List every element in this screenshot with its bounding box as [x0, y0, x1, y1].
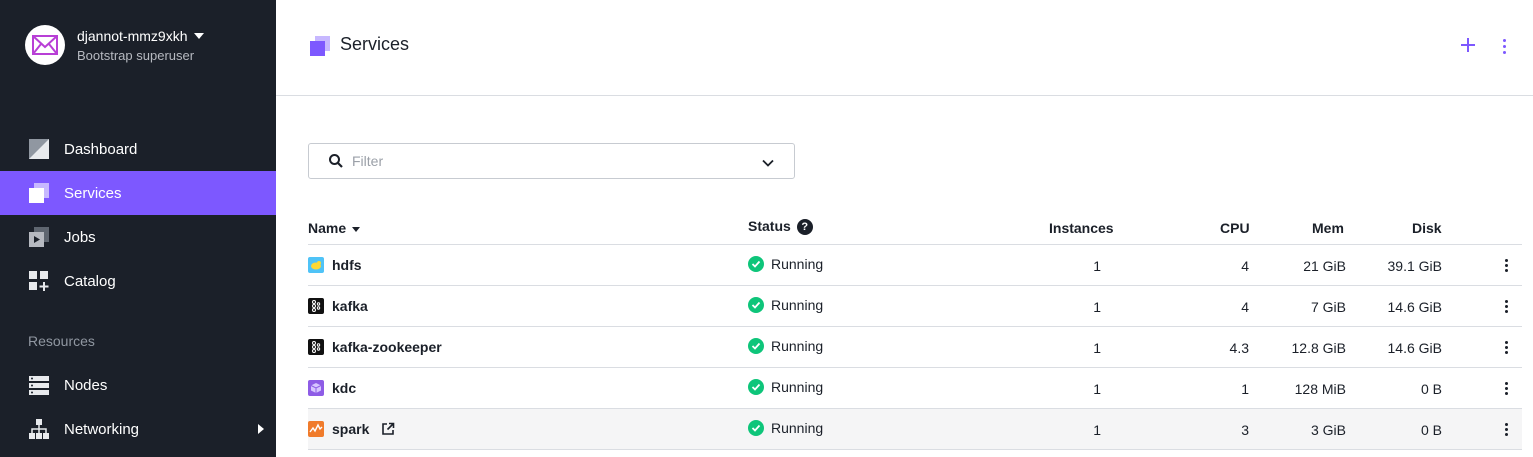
- column-header-disk[interactable]: Disk: [1412, 220, 1442, 236]
- sidebar-item-dashboard[interactable]: Dashboard: [0, 127, 276, 171]
- kdc-icon: [308, 380, 324, 396]
- cpu-value: 4: [1241, 299, 1249, 315]
- kafka-icon: [308, 298, 324, 314]
- instances-value: 1: [1093, 381, 1101, 397]
- sidebar-item-label: Networking: [64, 420, 140, 438]
- catalog-icon: [28, 270, 50, 292]
- page-header: Services: [276, 0, 1533, 96]
- instances-value: 1: [1093, 299, 1101, 315]
- cluster-logo-icon: [25, 25, 65, 65]
- filter-input[interactable]: [352, 153, 752, 169]
- cpu-value: 4.3: [1229, 340, 1249, 356]
- sidebar-item-label: Jobs: [64, 228, 96, 246]
- service-name[interactable]: hdfs: [332, 257, 362, 273]
- row-more-button[interactable]: [1502, 421, 1510, 437]
- column-header-cpu[interactable]: CPU: [1220, 220, 1250, 236]
- kafka-icon: [308, 339, 324, 355]
- mem-value: 21 GiB: [1303, 258, 1346, 274]
- check-icon: [748, 297, 764, 313]
- cluster-switcher[interactable]: djannot-mmz9xkh Bootstrap superuser: [25, 24, 204, 66]
- nodes-icon: [28, 374, 50, 396]
- services-table: Name Status? Instances CPU Mem Disk hdfs…: [308, 208, 1522, 450]
- sidebar-item-nodes[interactable]: Nodes: [0, 363, 276, 407]
- page-title: Services: [340, 34, 410, 54]
- status-text: Running: [771, 420, 824, 436]
- search-icon: [328, 153, 344, 169]
- cpu-value: 3: [1241, 422, 1249, 438]
- mem-value: 12.8 GiB: [1291, 340, 1346, 356]
- disk-value: 0 B: [1420, 381, 1442, 397]
- column-header-status[interactable]: Status?: [748, 218, 813, 236]
- check-icon: [748, 256, 764, 272]
- hdfs-icon: [308, 257, 324, 273]
- column-header-instances[interactable]: Instances: [1049, 220, 1114, 236]
- sidebar-item-networking[interactable]: Networking: [0, 407, 276, 451]
- service-name[interactable]: kafka-zookeeper: [332, 339, 442, 355]
- table-row[interactable]: kdc Running 1 1 128 MiB 0 B: [308, 368, 1522, 409]
- sidebar-item-services[interactable]: Services: [0, 171, 276, 215]
- jobs-icon: [28, 226, 50, 248]
- service-name[interactable]: kafka: [332, 298, 368, 314]
- plus-icon: [1461, 38, 1475, 52]
- help-icon[interactable]: ?: [796, 219, 813, 236]
- sidebar-item-label: Dashboard: [64, 140, 138, 158]
- mem-value: 7 GiB: [1310, 299, 1346, 315]
- cluster-name: djannot-mmz9xkh: [77, 27, 188, 44]
- row-more-button[interactable]: [1502, 257, 1510, 273]
- row-more-button[interactable]: [1502, 298, 1510, 314]
- row-more-button[interactable]: [1502, 380, 1510, 396]
- table-header: Name Status? Instances CPU Mem Disk: [308, 208, 1522, 245]
- chevron-right-icon: [258, 424, 264, 434]
- sidebar-item-catalog[interactable]: Catalog: [0, 259, 276, 303]
- add-service-button[interactable]: [1456, 34, 1480, 58]
- disk-value: 14.6 GiB: [1387, 340, 1442, 356]
- table-row[interactable]: spark Running 1 3 3 GiB 0 B: [308, 409, 1522, 450]
- disk-value: 0 B: [1420, 422, 1442, 438]
- mem-value: 128 MiB: [1294, 381, 1346, 397]
- dashboard-icon: [28, 138, 50, 160]
- chevron-down-icon[interactable]: [762, 156, 774, 168]
- column-header-name[interactable]: Name: [308, 220, 361, 236]
- cluster-role: Bootstrap superuser: [77, 47, 195, 63]
- services-icon: [28, 182, 50, 204]
- instances-value: 1: [1093, 340, 1101, 356]
- service-name[interactable]: kdc: [332, 380, 356, 396]
- instances-value: 1: [1093, 422, 1101, 438]
- spark-icon: [308, 421, 324, 437]
- check-icon: [748, 420, 764, 436]
- cpu-value: 4: [1241, 258, 1249, 274]
- filter-field[interactable]: [308, 143, 795, 179]
- cpu-value: 1: [1241, 381, 1249, 397]
- sidebar-item-label: Catalog: [64, 272, 116, 290]
- sidebar-item-jobs[interactable]: Jobs: [0, 215, 276, 259]
- check-icon: [748, 338, 764, 354]
- status-text: Running: [771, 379, 824, 395]
- services-icon: [309, 35, 331, 57]
- caret-down-icon: [193, 32, 204, 39]
- status-text: Running: [771, 256, 824, 272]
- table-row[interactable]: hdfs Running 1 4 21 GiB 39.1 GiB: [308, 245, 1522, 286]
- row-more-button[interactable]: [1502, 339, 1510, 355]
- column-header-mem[interactable]: Mem: [1312, 220, 1344, 236]
- sidebar: djannot-mmz9xkh Bootstrap superuser Dash…: [0, 0, 276, 457]
- disk-value: 14.6 GiB: [1387, 299, 1442, 315]
- service-name[interactable]: spark: [332, 421, 369, 437]
- status-text: Running: [771, 338, 824, 354]
- table-row[interactable]: kafka Running 1 4 7 GiB 14.6 GiB: [308, 286, 1522, 327]
- sidebar-item-label: Nodes: [64, 376, 108, 394]
- external-link-icon[interactable]: [381, 422, 395, 436]
- networking-icon: [28, 418, 50, 440]
- table-row[interactable]: kafka-zookeeper Running 1 4.3 12.8 GiB 1…: [308, 327, 1522, 368]
- sort-caret-icon: [352, 226, 361, 232]
- section-label-resources: Resources: [28, 333, 95, 349]
- sidebar-item-label: Services: [64, 184, 122, 202]
- more-options-button[interactable]: [1494, 34, 1514, 58]
- status-text: Running: [771, 297, 824, 313]
- mem-value: 3 GiB: [1310, 422, 1346, 438]
- instances-value: 1: [1093, 258, 1101, 274]
- disk-value: 39.1 GiB: [1387, 258, 1442, 274]
- check-icon: [748, 379, 764, 395]
